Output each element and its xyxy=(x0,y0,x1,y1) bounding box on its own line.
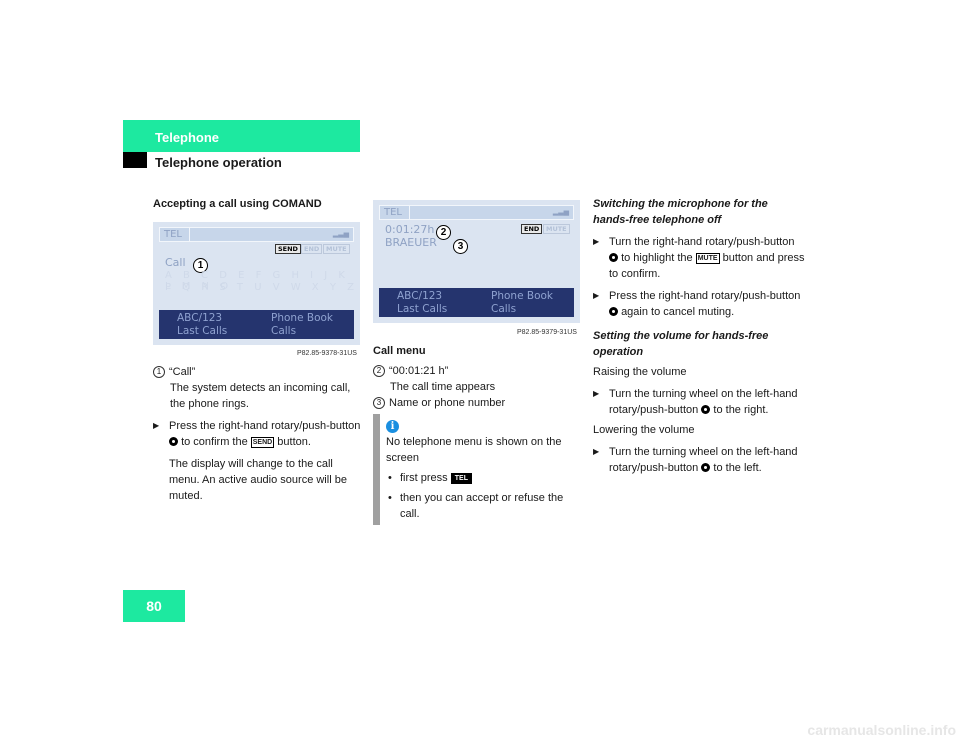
screen-mute-button: MUTE xyxy=(323,244,350,254)
screen-menu: ABC/123 Phone Book Last Calls Calls xyxy=(159,310,354,339)
item2-text: The call time appears xyxy=(390,381,496,393)
rotary-button-icon xyxy=(701,405,711,414)
section-title: Telephone xyxy=(155,130,220,145)
heading-microphone-off: Switching the microphone for the hands-f… xyxy=(593,198,768,226)
menu-phone-book: Phone Book xyxy=(271,312,333,324)
bullet-arrow-icon: ▶ xyxy=(593,237,600,246)
bullet-arrow-icon: ▶ xyxy=(593,291,600,300)
callout-3: 3 xyxy=(453,239,468,254)
heading-volume: Setting the volume for hands-free operat… xyxy=(593,330,769,358)
item-number-1: 1 xyxy=(153,366,165,378)
info-icon: i xyxy=(386,420,399,433)
screen-end-button: END xyxy=(521,224,543,234)
info-text: No telephone menu is shown on the screen xyxy=(386,436,562,464)
info-bullet-1: first press TEL xyxy=(386,470,581,486)
callout-2: 2 xyxy=(436,225,451,240)
section-header: Telephone xyxy=(123,120,360,152)
item1-text: The system detects an incoming call, the… xyxy=(170,382,351,410)
bullet-arrow-icon: ▶ xyxy=(593,389,600,398)
screen-caller-name: BRAEUER xyxy=(385,236,437,249)
figure-caption-2: P82.85-9379-31US xyxy=(517,329,577,336)
screen-menu: ABC/123 Phone Book Last Calls Calls xyxy=(379,288,574,317)
comand-screen-call-menu: TEL ▂▃▅ 0:01:27h BRAEUER 2 3 END MUTE ABC… xyxy=(373,200,580,323)
menu-calls: Calls xyxy=(491,303,517,315)
col2-text: 2 “00:01:21 h” The call time appears 3 Nam… xyxy=(373,363,585,411)
rotary-button-icon xyxy=(609,253,618,262)
screen-end-button: END xyxy=(301,244,323,254)
bullet-arrow-icon: ▶ xyxy=(153,421,160,430)
menu-last-calls: Last Calls xyxy=(397,303,448,315)
note-call-menu: The display will change to the call menu… xyxy=(169,458,347,502)
rotary-button-icon xyxy=(609,307,618,316)
figure-caption-1: P82.85-9378-31US xyxy=(297,350,357,357)
rotary-button-icon xyxy=(169,437,178,446)
section-marker xyxy=(123,152,147,168)
menu-last-calls: Last Calls xyxy=(177,325,228,337)
mute-key-icon: MUTE xyxy=(695,253,720,264)
menu-phone-book: Phone Book xyxy=(491,290,553,302)
item-number-2: 2 xyxy=(373,365,385,377)
step-confirm-send: ▶ Press the right-hand rotary/push-button… xyxy=(153,420,361,448)
page-number: 80 xyxy=(123,590,185,622)
col1-text: 1 “Call” The system detects an incoming c… xyxy=(153,364,365,504)
screen-send-button: SEND xyxy=(275,244,301,254)
item1-title: “Call” xyxy=(169,366,196,378)
menu-abc: ABC/123 xyxy=(397,290,443,302)
bullet-arrow-icon: ▶ xyxy=(593,447,600,456)
heading-call-menu: Call menu xyxy=(373,345,426,357)
rotary-button-icon xyxy=(701,463,711,472)
info-bullet-2: then you can accept or refuse the call. xyxy=(386,490,581,522)
item3-text: Name or phone number xyxy=(389,397,506,409)
info-box: i No telephone menu is shown on the scre… xyxy=(373,414,581,525)
col3-text: Switching the microphone for the hands-f… xyxy=(593,196,805,476)
screen-mute-button: MUTE xyxy=(543,224,570,234)
step-raise-volume: ▶ Turn the turning wheel on the left-hand… xyxy=(593,388,798,416)
tel-key-icon: TEL xyxy=(450,473,472,484)
signal-icon: ▂▃▅ xyxy=(332,230,349,238)
step-highlight-mute: ▶ Turn the right-hand rotary/push-button … xyxy=(593,236,805,280)
item-number-3: 3 xyxy=(373,397,385,409)
menu-calls: Calls xyxy=(271,325,297,337)
menu-abc: ABC/123 xyxy=(177,312,223,324)
label-lowering-volume: Lowering the volume xyxy=(593,424,695,436)
comand-screen-incoming-call: TEL ▂▃▅ SEND END MUTE Call 1 A B C D E F … xyxy=(153,222,360,345)
screen-call-label: Call xyxy=(165,256,186,269)
step-cancel-mute: ▶ Press the right-hand rotary/push-button… xyxy=(593,290,801,318)
screen-tel-label: TEL xyxy=(380,206,410,219)
screen-alphabet-row-2: P Q R S T U V W X Y Z xyxy=(165,282,358,293)
screen-tel-label: TEL xyxy=(160,228,190,241)
label-raising-volume: Raising the volume xyxy=(593,366,687,378)
heading-accepting-call: Accepting a call using COMAND xyxy=(153,198,322,210)
item2-title: “00:01:21 h” xyxy=(389,365,449,377)
screen-call-time: 0:01:27h xyxy=(385,223,435,236)
send-key-icon: SEND xyxy=(250,437,275,448)
signal-icon: ▂▃▅ xyxy=(552,208,569,216)
subsection-title: Telephone operation xyxy=(155,155,282,170)
watermark: carmanualsonline.info xyxy=(807,722,956,738)
step-lower-volume: ▶ Turn the turning wheel on the left-hand… xyxy=(593,446,798,474)
